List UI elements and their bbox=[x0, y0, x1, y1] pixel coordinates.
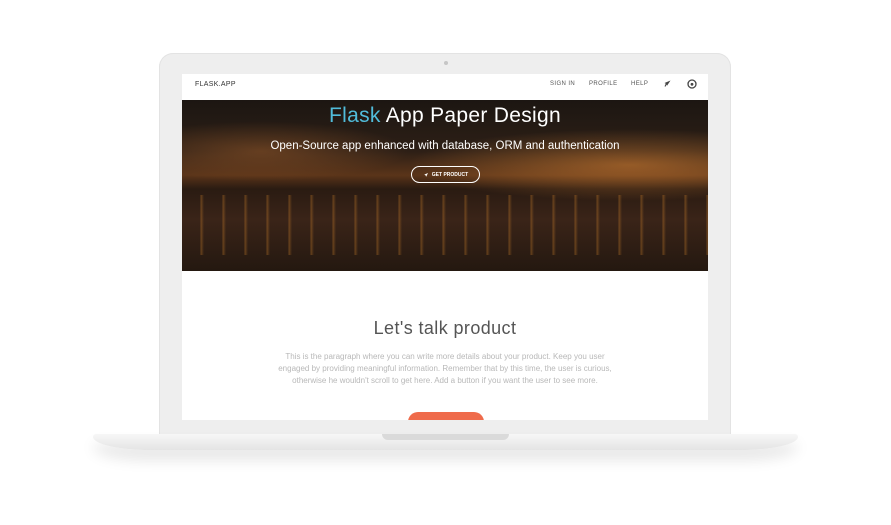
rocket-icon bbox=[424, 172, 428, 177]
hero-subtitle: Open-Source app enhanced with database, … bbox=[270, 140, 620, 152]
section-paragraph: This is the paragraph where you can writ… bbox=[278, 352, 612, 385]
nav-link-help[interactable]: HELP bbox=[631, 81, 648, 87]
get-product-label: GET PRODUCT bbox=[431, 171, 469, 178]
cta-button[interactable] bbox=[408, 412, 484, 420]
hero-title-rest: App Paper Design bbox=[380, 104, 561, 127]
get-product-button[interactable]: GET PRODUCT bbox=[411, 166, 480, 183]
hero-background-image bbox=[182, 195, 708, 255]
section-title: Let's talk product bbox=[373, 318, 517, 338]
camera-dot bbox=[444, 61, 448, 65]
navbar-brand[interactable]: FLASK.APP bbox=[195, 81, 236, 88]
rocket-icon[interactable] bbox=[661, 78, 673, 90]
browser-screen: FLASK.APP SIGN IN PROFILE HELP Flask App… bbox=[182, 74, 708, 420]
hero-title-accent: Flask bbox=[329, 104, 381, 127]
hero-banner: Flask App Paper Design Open-Source app e… bbox=[182, 100, 708, 271]
github-icon[interactable] bbox=[686, 78, 698, 90]
navbar: FLASK.APP SIGN IN PROFILE HELP bbox=[182, 74, 708, 100]
laptop-notch bbox=[382, 434, 509, 440]
nav-link-profile[interactable]: PROFILE bbox=[589, 81, 617, 87]
hero-title: Flask App Paper Design bbox=[182, 104, 708, 128]
nav-link-sign-in[interactable]: SIGN IN bbox=[550, 81, 575, 87]
